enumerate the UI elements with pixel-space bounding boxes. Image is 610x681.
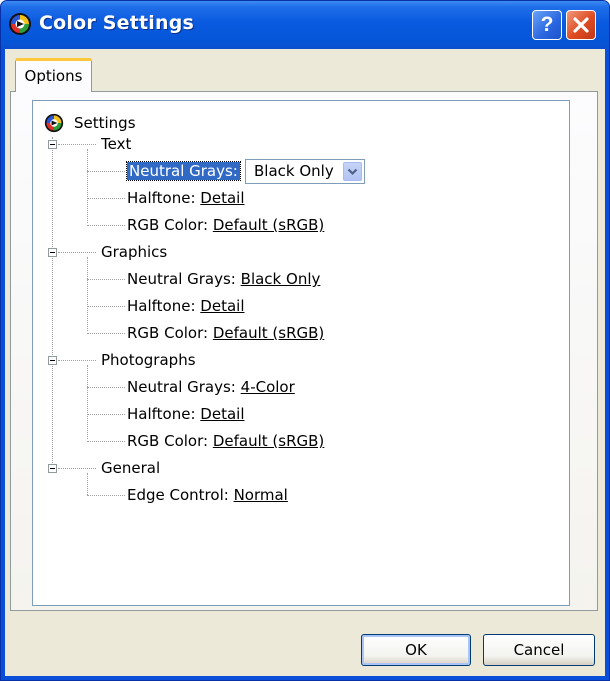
tree-item-photographs-neutral-grays[interactable]: Neutral Grays: 4-Color — [127, 377, 295, 397]
tree-item-text-neutral-grays-label: Neutral Grays: — [126, 161, 241, 181]
tree-item-text-rgb-color[interactable]: RGB Color: Default (sRGB) — [127, 215, 324, 235]
tree-item-photographs-rgb-color[interactable]: RGB Color: Default (sRGB) — [127, 431, 324, 451]
tree-item-value[interactable]: Detail — [200, 297, 244, 315]
close-button[interactable] — [566, 10, 596, 40]
chevron-down-icon — [347, 168, 358, 176]
cancel-button[interactable]: Cancel — [483, 634, 595, 666]
tree-item-label: Edge Control: — [127, 486, 229, 504]
tree-group-text[interactable]: Text — [101, 134, 131, 154]
tree-group-general[interactable]: General — [101, 458, 160, 478]
tree-item-label: RGB Color: — [127, 324, 209, 342]
tree-group-photographs[interactable]: Photographs — [101, 350, 196, 370]
tree-item-value[interactable]: Default (sRGB) — [213, 324, 324, 342]
neutral-grays-dropdown-value: Black Only — [254, 162, 334, 180]
neutral-grays-dropdown-arrow[interactable] — [343, 162, 362, 181]
collapse-photographs-toggle[interactable] — [48, 356, 57, 365]
color-settings-app-icon — [9, 13, 31, 35]
tree-item-label: Neutral Grays: — [127, 270, 236, 288]
tree-item-value[interactable]: Default (sRGB) — [213, 432, 324, 450]
collapse-general-toggle[interactable] — [48, 464, 57, 473]
tree-item-label: Halftone: — [127, 405, 196, 423]
color-settings-window: Color Settings ? Options Settings Text N… — [0, 0, 610, 681]
tree-item-value[interactable]: Detail — [200, 405, 244, 423]
tree-item-graphics-rgb-color[interactable]: RGB Color: Default (sRGB) — [127, 323, 324, 343]
tree-connector — [52, 137, 53, 469]
tree-item-label: Neutral Grays: — [127, 378, 236, 396]
neutral-grays-dropdown[interactable]: Black Only — [245, 159, 365, 184]
tree-item-value[interactable]: Black Only — [241, 270, 321, 288]
tree-item-label: Halftone: — [127, 189, 196, 207]
tree-item-value[interactable]: 4-Color — [241, 378, 295, 396]
tree-item-graphics-neutral-grays[interactable]: Neutral Grays: Black Only — [127, 269, 320, 289]
tree-item-text-neutral-grays[interactable]: Neutral Grays: — [126, 161, 241, 181]
tree-item-label: RGB Color: — [127, 216, 209, 234]
tree-item-text-halftone[interactable]: Halftone: Detail — [127, 188, 244, 208]
tree-item-graphics-halftone[interactable]: Halftone: Detail — [127, 296, 244, 316]
dialog-client-area: Options Settings Text Neutral Grays: Bla… — [5, 49, 605, 676]
title-bar[interactable]: Color Settings ? — [1, 1, 609, 49]
tree-item-photographs-halftone[interactable]: Halftone: Detail — [127, 404, 244, 424]
tree-item-value[interactable]: Default (sRGB) — [213, 216, 324, 234]
help-icon: ? — [540, 13, 554, 36]
tree-group-graphics[interactable]: Graphics — [101, 242, 167, 262]
tab-options-label: Options — [24, 67, 83, 85]
settings-tree-view[interactable]: Settings Text Neutral Grays: Black Only … — [32, 100, 570, 606]
help-button[interactable]: ? — [532, 10, 562, 40]
close-icon — [573, 17, 589, 33]
collapse-graphics-toggle[interactable] — [48, 248, 57, 257]
window-title: Color Settings — [39, 12, 195, 34]
tree-root-settings[interactable]: Settings — [74, 113, 136, 133]
tree-item-value[interactable]: Detail — [200, 189, 244, 207]
tree-item-general-edge-control[interactable]: Edge Control: Normal — [127, 485, 288, 505]
tree-item-label: Halftone: — [127, 297, 196, 315]
ok-button[interactable]: OK — [361, 634, 471, 666]
tab-options[interactable]: Options — [15, 58, 92, 92]
tree-item-label: RGB Color: — [127, 432, 209, 450]
settings-tree-icon — [44, 113, 64, 133]
tree-item-value[interactable]: Normal — [234, 486, 288, 504]
collapse-text-toggle[interactable] — [48, 140, 57, 149]
